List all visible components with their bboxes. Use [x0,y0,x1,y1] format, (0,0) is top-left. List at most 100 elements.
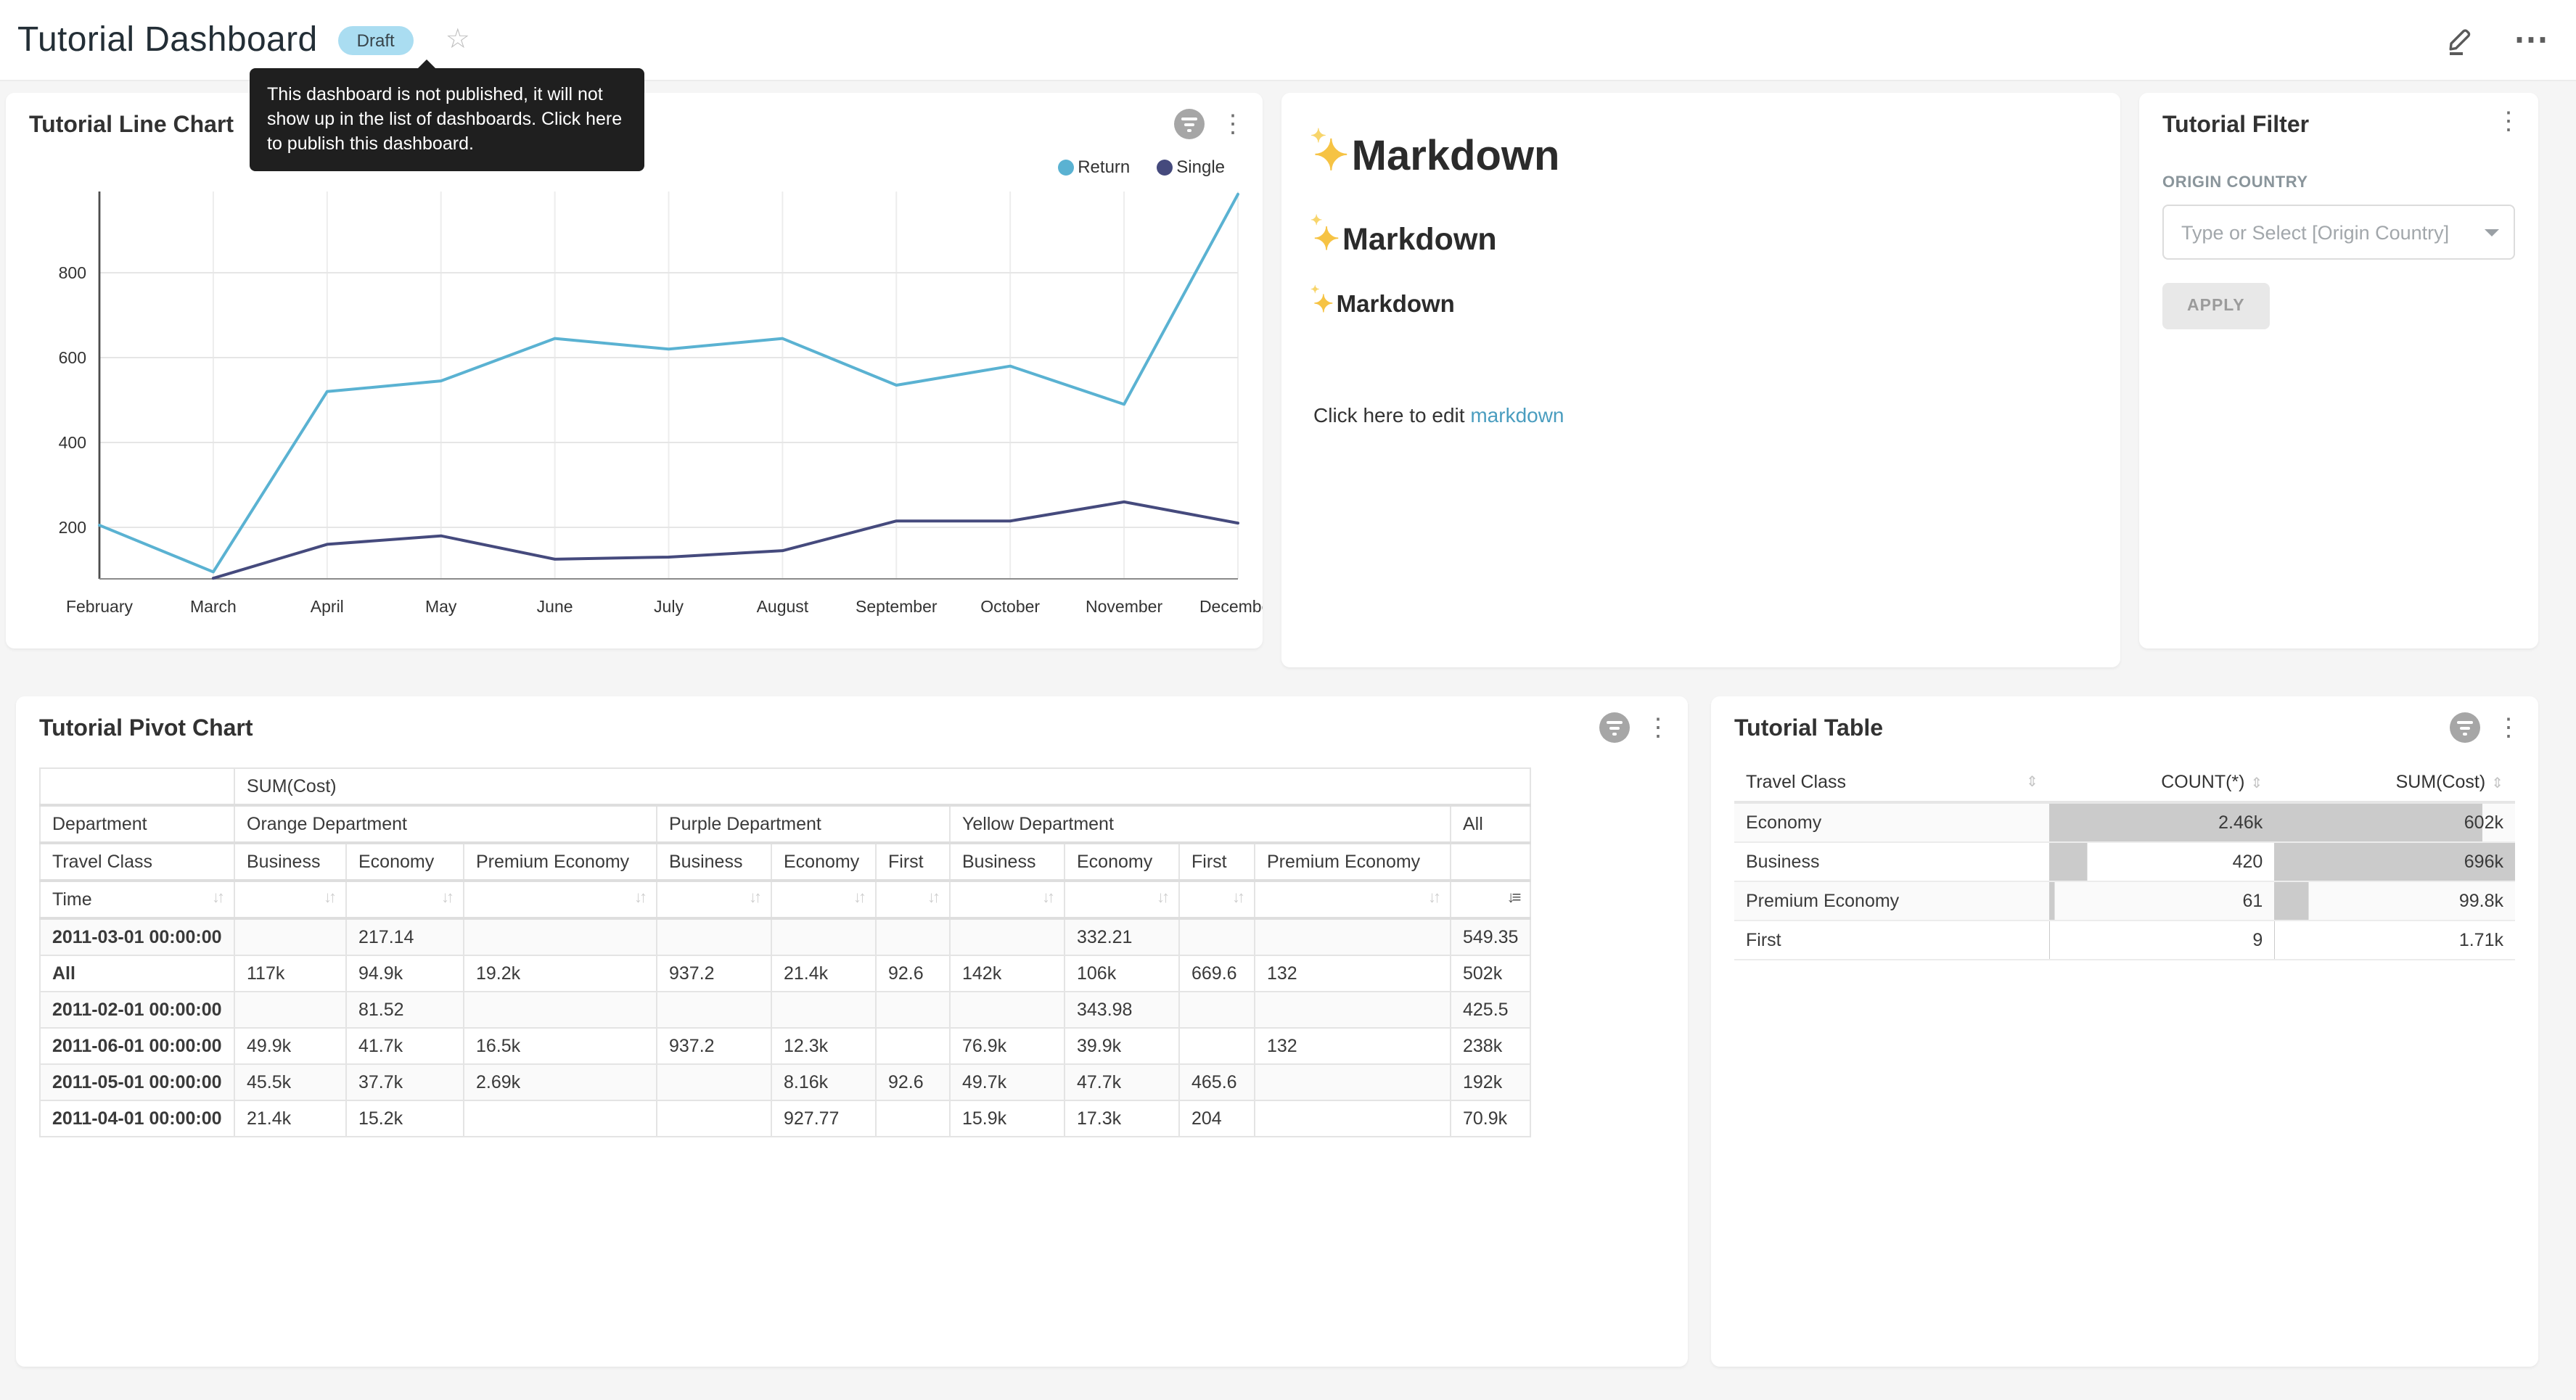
svg-text:February: February [66,597,134,616]
cross-filter-icon[interactable] [1599,712,1630,743]
markdown-edit-link[interactable]: markdown [1470,403,1564,427]
chevron-down-icon [2485,228,2499,236]
pivot-value-cell [876,992,950,1028]
kebab-menu-icon[interactable]: ⋮ [2496,715,2521,740]
pivot-value-cell: 16.5k [464,1028,657,1064]
pivot-group-header: Yellow Department [950,805,1451,843]
select-placeholder: Type or Select [Origin Country] [2181,221,2476,243]
pivot-value-cell [464,918,657,955]
pivot-col-dimension: Department [40,805,234,843]
pivot-group-header: All [1451,805,1530,843]
pivot-sort-cell: ↓↑ [1179,881,1255,918]
cross-filter-icon[interactable] [1174,109,1205,139]
pivot-sub-dimension: Travel Class [40,843,234,881]
sort-icon[interactable]: ↓↑ [324,889,334,907]
pivot-value-cell [657,1100,771,1137]
pivot-value-cell [1179,918,1255,955]
markdown-h1: ✦✦Markdown [1313,131,2088,181]
sort-carets-icon[interactable]: ⇕ [2026,774,2038,790]
travel-class-cell: Business [1734,842,2050,881]
sort-icon[interactable]: ↓↑ [634,889,644,907]
draft-badge[interactable]: Draft [338,25,414,54]
line-chart-title: Tutorial Line Chart [29,113,1263,139]
favorite-star-icon[interactable]: ☆ [446,26,470,54]
pivot-table: SUM(Cost)DepartmentOrange DepartmentPurp… [39,767,1531,1137]
markdown-h2: ✦✦Markdown [1313,222,2088,258]
sort-icon[interactable]: ↓↑ [212,889,222,907]
sort-icon[interactable]: ↓↑ [927,889,938,907]
pivot-value-cell: 937.2 [657,1028,771,1064]
pivot-value-cell [876,918,950,955]
pivot-value-cell [234,918,346,955]
pivot-data-row: 2011-06-01 00:00:0049.9k41.7k16.5k937.21… [40,1028,1530,1064]
pivot-data-row: 2011-04-01 00:00:0021.4k15.2k927.7715.9k… [40,1100,1530,1137]
pivot-sort-cell: ↓↑ [771,881,876,918]
edit-pencil-icon[interactable] [2444,24,2476,56]
svg-text:April: April [311,597,344,616]
sort-icon[interactable]: ↓↑ [1232,889,1242,907]
sort-carets-icon[interactable]: ⇕ [2491,776,2503,792]
travel-class-cell: First [1734,921,2050,960]
count-cell: 420 [2050,842,2274,881]
pivot-row-label: 2011-04-01 00:00:00 [40,1100,234,1137]
pivot-value-cell: 132 [1255,955,1451,992]
origin-country-select[interactable]: Type or Select [Origin Country] [2162,205,2515,260]
svg-text:March: March [190,597,237,616]
kebab-menu-icon[interactable]: ⋮ [1646,715,1670,740]
pivot-value-cell: 217.14 [346,918,464,955]
pivot-department-row: DepartmentOrange DepartmentPurple Depart… [40,805,1530,843]
pivot-value-cell [950,992,1065,1028]
sort-carets-icon[interactable]: ⇕ [2251,776,2263,792]
sort-icon[interactable]: ↓↑ [1428,889,1438,907]
pivot-sort-cell: ↓↑ [1255,881,1451,918]
svg-text:June: June [537,597,573,616]
legend-label: Return [1078,157,1130,177]
pivot-row-label: 2011-02-01 00:00:00 [40,992,234,1028]
col-header-travel-class[interactable]: Travel Class⇕ [1734,763,2050,802]
legend-item-single[interactable]: Single [1156,157,1225,177]
pivot-value-cell [657,918,771,955]
pivot-value-cell: 2.69k [464,1064,657,1100]
pivot-value-cell: 81.52 [346,992,464,1028]
svg-text:December: December [1199,597,1263,616]
sort-icon[interactable]: ↓↑ [441,889,451,907]
kebab-menu-icon[interactable]: ⋮ [1221,112,1245,136]
pivot-column-header: First [876,843,950,881]
count-cell: 9 [2050,921,2274,960]
pivot-value-cell [657,1064,771,1100]
pivot-value-cell: 332.21 [1065,918,1179,955]
svg-text:October: October [980,597,1040,616]
pivot-column-header: Economy [771,843,876,881]
col-header-sum[interactable]: SUM(Cost)⇕ [2274,763,2515,802]
pivot-row-dimension: Time↓↑ [40,881,234,918]
sort-icon[interactable]: ↓↑ [853,889,864,907]
pivot-group-header: Purple Department [657,805,950,843]
sort-desc-active-icon[interactable]: ↓≡ [1507,889,1519,907]
legend-item-return[interactable]: Return [1057,157,1130,177]
pivot-row-label: 2011-06-01 00:00:00 [40,1028,234,1064]
pivot-sort-cell: ↓↑ [657,881,771,918]
dashboard-page: Tutorial Dashboard Draft ☆ ⋯ This dashbo… [0,0,2576,1400]
table-row: First91.71k [1734,921,2515,960]
apply-button[interactable]: APPLY [2162,283,2270,329]
sort-icon[interactable]: ↓↑ [1157,889,1167,907]
col-header-count[interactable]: COUNT(*)⇕ [2050,763,2274,802]
sort-icon[interactable]: ↓↑ [1042,889,1052,907]
pivot-value-cell [1179,992,1255,1028]
svg-text:September: September [856,597,938,616]
table-title: Tutorial Table [1734,717,2515,743]
table-row: Economy2.46k602k [1734,802,2515,842]
sum-cell: 602k [2274,802,2515,842]
publish-tooltip: This dashboard is not published, it will… [250,68,644,171]
pivot-value-cell [950,918,1065,955]
line-chart[interactable]: 200400600800FebruaryMarchAprilMayJuneJul… [6,183,1263,635]
pivot-value-cell [876,1100,950,1137]
svg-text:200: 200 [59,518,86,537]
legend-label: Single [1176,157,1225,177]
sort-icon[interactable]: ↓↑ [749,889,759,907]
pivot-data-row: 2011-02-01 00:00:0081.52343.98425.5 [40,992,1530,1028]
cross-filter-icon[interactable] [2450,712,2480,743]
pivot-value-cell: 425.5 [1451,992,1530,1028]
pivot-value-cell: 19.2k [464,955,657,992]
kebab-menu-icon[interactable]: ⋮ [2496,109,2521,133]
